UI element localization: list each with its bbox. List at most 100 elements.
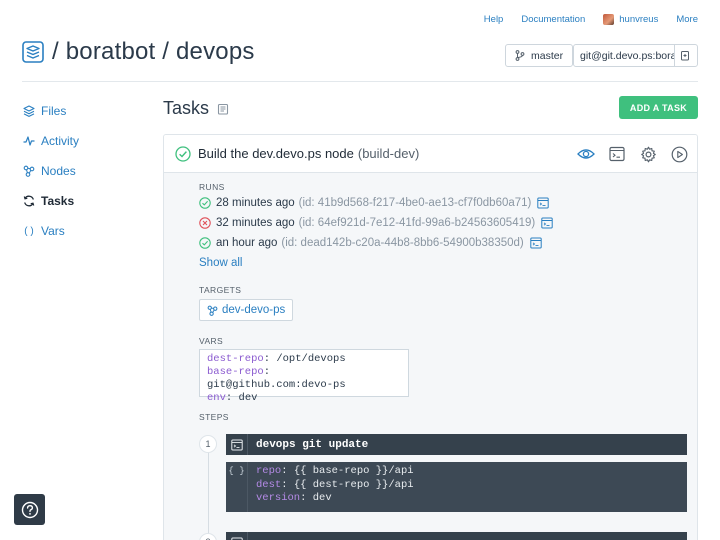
sidebar-item-files[interactable]: Files (22, 96, 142, 126)
run-id: (id: 41b9d568-f217-4be0-ae13-cf7f0db60a7… (298, 197, 532, 209)
braces-icon: ( ) (24, 225, 34, 237)
sidebar-item-vars[interactable]: ( ) Vars (22, 216, 142, 246)
step-number: 2 (199, 533, 217, 540)
clone-url-box (573, 44, 698, 67)
var-value: /opt/devops (276, 353, 346, 365)
vars-box: dest-repo: /opt/devops base-repo: git@gi… (199, 349, 409, 404)
help-link[interactable]: Help (484, 14, 504, 25)
book-icon[interactable] (217, 103, 229, 115)
sidebar-item-nodes[interactable]: Nodes (22, 156, 142, 186)
terminal-icon (226, 434, 248, 455)
targets-label: TARGETS (199, 285, 242, 295)
branch-label: master (531, 49, 564, 62)
help-button[interactable] (14, 494, 45, 525)
username: hunvreus (619, 14, 659, 25)
run-item[interactable]: an hour ago (id: dead142b-c20a-44b8-8bb6… (199, 237, 542, 249)
param-key: dest (256, 478, 282, 491)
terminal-icon[interactable] (530, 237, 542, 249)
success-icon (199, 237, 211, 249)
terminal-icon[interactable] (607, 144, 627, 164)
step-name: devops git update (256, 438, 369, 451)
var-row: env: dev (207, 392, 258, 404)
sidebar-item-label: Nodes (41, 164, 76, 178)
question-icon (21, 501, 38, 518)
sidebar-item-tasks[interactable]: Tasks (22, 186, 142, 216)
sidebar-item-label: Vars (41, 224, 65, 238)
run-time: 28 minutes ago (216, 197, 295, 209)
play-icon[interactable] (669, 144, 689, 164)
stack-logo-icon (22, 41, 44, 63)
target-name: dev-devo-ps (222, 304, 286, 316)
page-title: / boratbot / devops (22, 38, 255, 66)
param-value: {{ base-repo }}/api (293, 465, 414, 477)
branch-icon (515, 50, 525, 61)
sidebar-item-activity[interactable]: Activity (22, 126, 142, 156)
runs-label: RUNS (199, 182, 225, 192)
step-code: repo: {{ base-repo }}/api dest: {{ dest-… (248, 462, 422, 512)
branch-selector[interactable]: master (505, 44, 574, 67)
task-card: Build the dev.devo.ps node (build-dev) R… (163, 134, 698, 540)
var-value: git@github.com:devo-ps (207, 379, 346, 391)
check-circle-icon (175, 145, 191, 162)
stack-icon (22, 105, 36, 117)
steps-timeline (208, 453, 209, 540)
param-value: dev (312, 492, 332, 504)
var-key: base-repo (207, 366, 264, 378)
var-value: dev (238, 392, 258, 404)
tasks-heading: Tasks (163, 98, 210, 118)
copy-icon[interactable] (674, 45, 694, 66)
param-row: repo: {{ base-repo }}/api (256, 465, 414, 477)
vars-label: VARS (199, 336, 224, 346)
var-row: dest-repo: /opt/devops (207, 353, 346, 365)
top-nav: Help Documentation hunvreus More (466, 14, 698, 25)
task-id: (build-dev) (357, 146, 420, 161)
refresh-icon (22, 195, 36, 207)
task-header[interactable]: Build the dev.devo.ps node (build-dev) (164, 135, 697, 173)
run-time: 32 minutes ago (216, 217, 295, 229)
step-number: 1 (199, 435, 217, 453)
clone-url-input[interactable] (574, 49, 674, 62)
run-id: (id: 64ef921d-7e12-41fd-99a6-b2456360541… (298, 217, 536, 229)
sidebar-item-label: Tasks (41, 194, 75, 208)
sidebar-item-label: Files (41, 104, 67, 118)
param-row: dest: {{ dest-repo }}/api (256, 478, 414, 491)
task-actions (565, 144, 689, 164)
eye-icon[interactable] (576, 144, 596, 164)
terminal-icon (226, 532, 248, 540)
var-key: env (207, 392, 226, 404)
nodes-icon (207, 305, 218, 316)
run-item[interactable]: 32 minutes ago (id: 64ef921d-7e12-41fd-9… (199, 217, 553, 229)
documentation-link[interactable]: Documentation (521, 14, 585, 25)
terminal-icon[interactable] (537, 197, 550, 209)
pulse-icon (22, 135, 36, 147)
success-icon (199, 197, 211, 209)
sidebar: Files Activity Nodes Tasks ( ) Vars (22, 96, 142, 246)
var-row: base-repo: git@github.com:devo-ps (207, 366, 346, 391)
param-key: repo (256, 465, 282, 477)
error-icon (199, 217, 211, 229)
var-key: dest-repo (207, 353, 264, 365)
repo-path: / boratbot / devops (52, 38, 255, 65)
target-chip[interactable]: dev-devo-ps (199, 299, 294, 321)
param-row: version: dev (256, 492, 332, 504)
gear-icon[interactable] (638, 144, 658, 164)
run-item[interactable]: 28 minutes ago (id: 41b9d568-f217-4be0-a… (199, 197, 550, 209)
header-divider (22, 81, 698, 82)
steps-label: STEPS (199, 412, 229, 422)
param-key: version (256, 492, 301, 504)
user-menu[interactable]: hunvreus (603, 14, 658, 25)
sidebar-item-label: Activity (41, 134, 80, 148)
param-value: {{ dest-repo }}/api (293, 478, 414, 491)
show-all-link[interactable]: Show all (199, 257, 242, 269)
run-id: (id: dead142b-c20a-44b8-8bb6-54900b38350… (281, 237, 524, 249)
braces-icon: { } (226, 462, 248, 512)
run-time: an hour ago (216, 237, 278, 249)
nodes-icon (22, 165, 36, 177)
terminal-icon[interactable] (541, 217, 553, 229)
more-link[interactable]: More (676, 14, 698, 25)
step-header[interactable]: devops git update (226, 434, 687, 455)
avatar (603, 14, 615, 25)
step-header[interactable] (226, 532, 687, 540)
section-title: Tasks (163, 98, 229, 119)
add-task-button[interactable]: ADD A TASK (619, 96, 698, 119)
